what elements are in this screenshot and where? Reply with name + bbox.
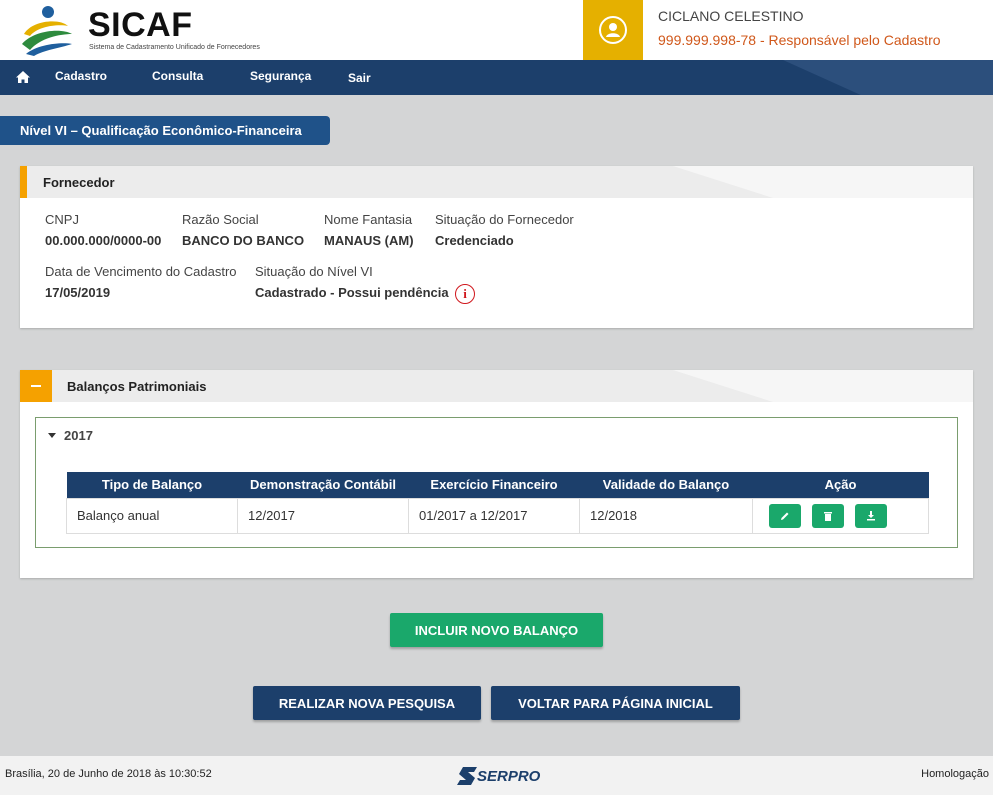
footer: Brasília, 20 de Junho de 2018 às 10:30:5… [0, 756, 993, 795]
edit-button[interactable] [769, 503, 801, 528]
balancos-table: Tipo de Balanço Demonstração Contábil Ex… [66, 472, 929, 534]
user-icon [599, 16, 627, 44]
environment-label: Homologação [921, 768, 989, 780]
balancos-panel: Balanços Patrimoniais 2017 Tipo de Balan… [20, 370, 973, 578]
balancos-title: Balanços Patrimoniais [67, 379, 207, 394]
home-icon[interactable] [15, 69, 31, 85]
actions-cell [752, 497, 929, 534]
fornecedor-title: Fornecedor [43, 175, 115, 190]
trash-icon [824, 511, 832, 521]
level-title: Nível VI – Qualificação Econômico-Financ… [0, 116, 330, 145]
voltar-inicial-button[interactable]: VOLTAR PARA PÁGINA INICIAL [491, 686, 740, 720]
user-role: 999.999.998-78 - Responsável pelo Cadast… [658, 32, 941, 48]
year-label: 2017 [64, 428, 93, 443]
panel-header-decoration [673, 370, 973, 402]
cnpj-value: 00.000.000/0000-00 [45, 233, 162, 248]
vencimento-value: 17/05/2019 [45, 285, 111, 300]
nav-sair[interactable]: Sair [348, 71, 371, 85]
panel-header-decoration [673, 166, 973, 198]
sicaf-logo[interactable]: SICAF Sistema de Cadastramento Unificado… [18, 4, 278, 56]
serpro-logo-icon [457, 767, 477, 785]
column-header: Demonstração Contábil [237, 472, 409, 498]
delete-button[interactable] [812, 503, 844, 528]
situacao-fornecedor-label: Situação do Fornecedor [435, 212, 574, 227]
fornecedor-panel: Fornecedor CNPJ 00.000.000/0000-00 Razão… [20, 166, 973, 328]
nome-fantasia-value: MANAUS (AM) [324, 233, 414, 248]
minus-icon [31, 385, 41, 387]
caret-down-icon [48, 433, 56, 438]
nav-seguranca[interactable]: Segurança [250, 69, 311, 83]
column-header: Ação [752, 472, 929, 498]
pendencia-info-icon[interactable]: i [455, 284, 475, 304]
incluir-balanco-button[interactable]: INCLUIR NOVO BALANÇO [390, 613, 603, 647]
situacao-nivel-label: Situação do Nível VI [255, 264, 373, 279]
main-nav: Cadastro Consulta Segurança Sair [0, 60, 993, 95]
nova-pesquisa-button[interactable]: REALIZAR NOVA PESQUISA [253, 686, 481, 720]
table-header-row: Tipo de Balanço Demonstração Contábil Ex… [66, 472, 929, 498]
table-row: Balanço anual 12/2017 01/2017 a 12/2017 … [66, 497, 929, 534]
tipo-balanco-cell: Balanço anual [66, 497, 238, 534]
situacao-nivel-value: Cadastrado - Possui pendência [255, 285, 449, 300]
user-avatar[interactable] [583, 0, 643, 60]
column-header: Validade do Balanço [579, 472, 753, 498]
logo-title: SICAF [88, 6, 193, 44]
validade-cell: 12/2018 [579, 497, 753, 534]
panel-accent [20, 166, 27, 198]
download-icon [867, 510, 875, 520]
year-group: 2017 Tipo de Balanço Demonstração Contáb… [35, 417, 958, 548]
balancos-panel-header: Balanços Patrimoniais [20, 370, 973, 402]
nav-cadastro[interactable]: Cadastro [55, 69, 107, 83]
fornecedor-panel-header: Fornecedor [20, 166, 973, 198]
user-name: CICLANO CELESTINO [658, 8, 804, 24]
nav-decoration [783, 60, 993, 95]
collapse-button[interactable] [20, 370, 52, 402]
column-header: Exercício Financeiro [408, 472, 580, 498]
top-header: SICAF Sistema de Cadastramento Unificado… [0, 0, 993, 60]
razao-social-value: BANCO DO BANCO [182, 233, 305, 248]
year-toggle[interactable]: 2017 [48, 428, 93, 443]
logo-subtitle: Sistema de Cadastramento Unificado de Fo… [89, 44, 260, 51]
vencimento-label: Data de Vencimento do Cadastro [45, 264, 237, 279]
cnpj-label: CNPJ [45, 212, 79, 227]
sicaf-logo-icon [22, 6, 72, 56]
pencil-icon [781, 512, 789, 520]
column-header: Tipo de Balanço [66, 472, 238, 498]
demonstracao-cell: 12/2017 [237, 497, 409, 534]
razao-social-label: Razão Social [182, 212, 259, 227]
serpro-brand: SERPRO [477, 768, 541, 785]
exercicio-cell: 01/2017 a 12/2017 [408, 497, 580, 534]
footer-date: Brasília, 20 de Junho de 2018 às 10:30:5… [5, 768, 212, 780]
download-button[interactable] [855, 503, 887, 528]
situacao-fornecedor-value: Credenciado [435, 233, 514, 248]
nav-consulta[interactable]: Consulta [152, 69, 203, 83]
nome-fantasia-label: Nome Fantasia [324, 212, 413, 227]
